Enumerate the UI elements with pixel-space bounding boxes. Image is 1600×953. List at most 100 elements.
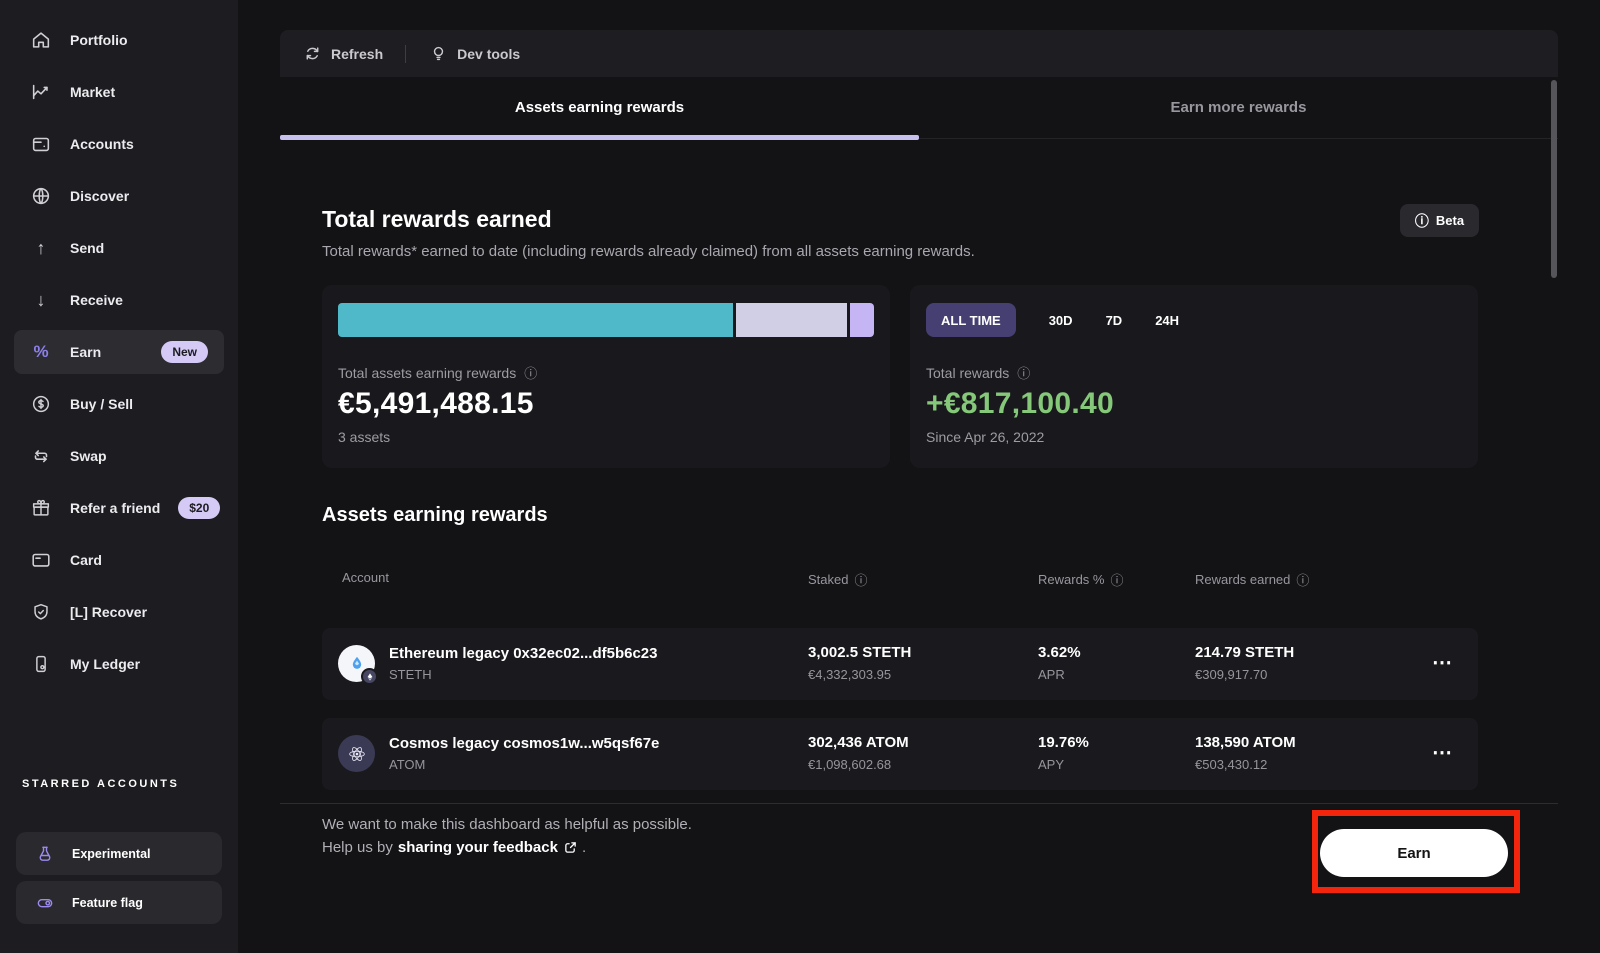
feedback-suffix: . [582, 839, 586, 856]
sidebar-item-discover[interactable]: Discover [0, 170, 238, 222]
rewards-earned-cell: 138,590 ATOM €503,430.12 [1195, 734, 1296, 772]
sidebar-item-recover[interactable]: [L] Recover [0, 586, 238, 638]
dollar-circle-icon [30, 393, 52, 415]
range-7d[interactable]: 7D [1106, 313, 1123, 328]
account-cell: Ethereum legacy 0x32ec02...df5b6c23 STET… [338, 645, 658, 682]
lightbulb-icon [428, 44, 448, 64]
sidebar-item-receive[interactable]: ↓ Receive [0, 274, 238, 326]
shield-check-icon [30, 601, 52, 623]
topbar: Refresh Dev tools [280, 30, 1558, 77]
header-account: Account [342, 570, 389, 585]
sidebar-item-earn[interactable]: % Earn New [14, 330, 224, 374]
info-icon: ⓘ [1415, 211, 1429, 231]
rewards-earned-cell: 214.79 STETH €309,917.70 [1195, 644, 1294, 682]
starred-accounts-label: STARRED ACCOUNTS [22, 778, 179, 790]
info-icon[interactable]: ⓘ [524, 363, 537, 382]
sidebar-item-buy-sell[interactable]: Buy / Sell [0, 378, 238, 430]
total-rewards-card: ALL TIME 30D 7D 24H Total rewards ⓘ +€81… [910, 285, 1478, 468]
staked-fiat: €4,332,303.95 [808, 667, 911, 682]
header-rewards-earned-label: Rewards earned [1195, 572, 1290, 587]
feedback-link[interactable]: sharing your feedback [398, 839, 577, 856]
sidebar-item-accounts[interactable]: Accounts [0, 118, 238, 170]
account-name: Cosmos legacy cosmos1w...w5qsf67e [389, 735, 659, 752]
topbar-divider [405, 45, 406, 63]
account-ticker: STETH [389, 667, 658, 682]
staked-fiat: €1,098,602.68 [808, 757, 909, 772]
range-all-time[interactable]: ALL TIME [926, 303, 1016, 337]
account-cell: Cosmos legacy cosmos1w...w5qsf67e ATOM [338, 735, 659, 772]
ledger-live-app: Portfolio Market Accounts Discover [0, 0, 1600, 953]
staked-cell: 3,002.5 STETH €4,332,303.95 [808, 644, 911, 682]
ledger-device-icon [30, 653, 52, 675]
range-30d[interactable]: 30D [1049, 313, 1073, 328]
sidebar-item-my-ledger[interactable]: My Ledger [0, 638, 238, 690]
tab-bar: Assets earning rewards Earn more rewards [280, 77, 1558, 139]
assets-distribution-bar [338, 303, 874, 337]
earned-fiat: €309,917.70 [1195, 667, 1294, 682]
row-menu-icon[interactable]: ⋯ [1432, 740, 1452, 765]
ethereum-network-badge-icon [361, 668, 378, 685]
sidebar-item-label: Accounts [70, 136, 208, 152]
sidebar-item-label: Send [70, 240, 208, 256]
refresh-button[interactable]: Refresh [302, 44, 383, 64]
percent-icon: % [30, 341, 52, 363]
table-header: Account Staked ⓘ Rewards % ⓘ Rewards ear… [322, 570, 1478, 590]
info-icon[interactable]: ⓘ [854, 570, 867, 589]
total-assets-card: Total assets earning rewards ⓘ €5,491,48… [322, 285, 890, 468]
sidebar-item-label: My Ledger [70, 656, 208, 672]
row-menu-icon[interactable]: ⋯ [1432, 650, 1452, 675]
account-name: Ethereum legacy 0x32ec02...df5b6c23 [389, 645, 658, 662]
table-row-cosmos[interactable]: Cosmos legacy cosmos1w...w5qsf67e ATOM 3… [322, 718, 1478, 790]
earned-crypto: 138,590 ATOM [1195, 734, 1296, 751]
sidebar-item-label: Receive [70, 292, 208, 308]
atom-coin-icon [338, 735, 375, 772]
feedback-line-2: Help us by sharing your feedback . [322, 839, 586, 856]
flask-icon [34, 843, 56, 865]
sidebar-item-label: Portfolio [70, 32, 208, 48]
arrow-down-icon: ↓ [30, 289, 52, 311]
sidebar-item-swap[interactable]: Swap [0, 430, 238, 482]
info-icon[interactable]: ⓘ [1296, 570, 1309, 589]
sidebar-item-label: [L] Recover [70, 604, 208, 620]
earn-button[interactable]: Earn [1320, 829, 1508, 877]
beta-label: Beta [1436, 213, 1464, 228]
total-assets-label-row: Total assets earning rewards ⓘ [338, 363, 874, 382]
experimental-label: Experimental [72, 847, 151, 861]
credit-card-icon [30, 549, 52, 571]
rate-value: 19.76% [1038, 734, 1089, 751]
table-row-ethereum[interactable]: Ethereum legacy 0x32ec02...df5b6c23 STET… [322, 628, 1478, 700]
gift-icon [30, 497, 52, 519]
feature-flag-button[interactable]: Feature flag [16, 881, 222, 924]
header-account-label: Account [342, 570, 389, 585]
toggle-icon [34, 892, 56, 914]
refresh-icon [302, 44, 322, 64]
arrow-up-icon: ↑ [30, 237, 52, 259]
new-badge: New [161, 341, 208, 363]
earned-crypto: 214.79 STETH [1195, 644, 1294, 661]
sidebar-item-send[interactable]: ↑ Send [0, 222, 238, 274]
experimental-button[interactable]: Experimental [16, 832, 222, 875]
sidebar-item-label: Refer a friend [70, 500, 160, 516]
sidebar-item-label: Card [70, 552, 208, 568]
sidebar-item-market[interactable]: Market [0, 66, 238, 118]
feedback-line-1: We want to make this dashboard as helpfu… [322, 816, 692, 833]
footer-divider [280, 803, 1558, 804]
total-rewards-value: +€817,100.40 [926, 387, 1462, 421]
feedback-prefix: Help us by [322, 839, 393, 856]
sidebar-item-refer[interactable]: Refer a friend $20 [0, 482, 238, 534]
tab-earn-more-rewards[interactable]: Earn more rewards [919, 77, 1558, 138]
header-rewards-earned: Rewards earned ⓘ [1195, 570, 1309, 589]
tab-assets-earning-rewards[interactable]: Assets earning rewards [280, 77, 919, 138]
sidebar-item-card[interactable]: Card [0, 534, 238, 586]
info-icon[interactable]: ⓘ [1110, 570, 1123, 589]
beta-badge[interactable]: ⓘ Beta [1400, 204, 1479, 237]
info-icon[interactable]: ⓘ [1017, 363, 1030, 382]
rewards-since-date: Since Apr 26, 2022 [926, 429, 1462, 445]
devtools-button[interactable]: Dev tools [428, 44, 520, 64]
header-staked-label: Staked [808, 572, 848, 587]
sidebar-item-label: Swap [70, 448, 208, 464]
chart-line-icon [30, 81, 52, 103]
range-24h[interactable]: 24H [1155, 313, 1179, 328]
scrollbar-thumb[interactable] [1551, 80, 1557, 278]
sidebar-item-portfolio[interactable]: Portfolio [0, 14, 238, 66]
